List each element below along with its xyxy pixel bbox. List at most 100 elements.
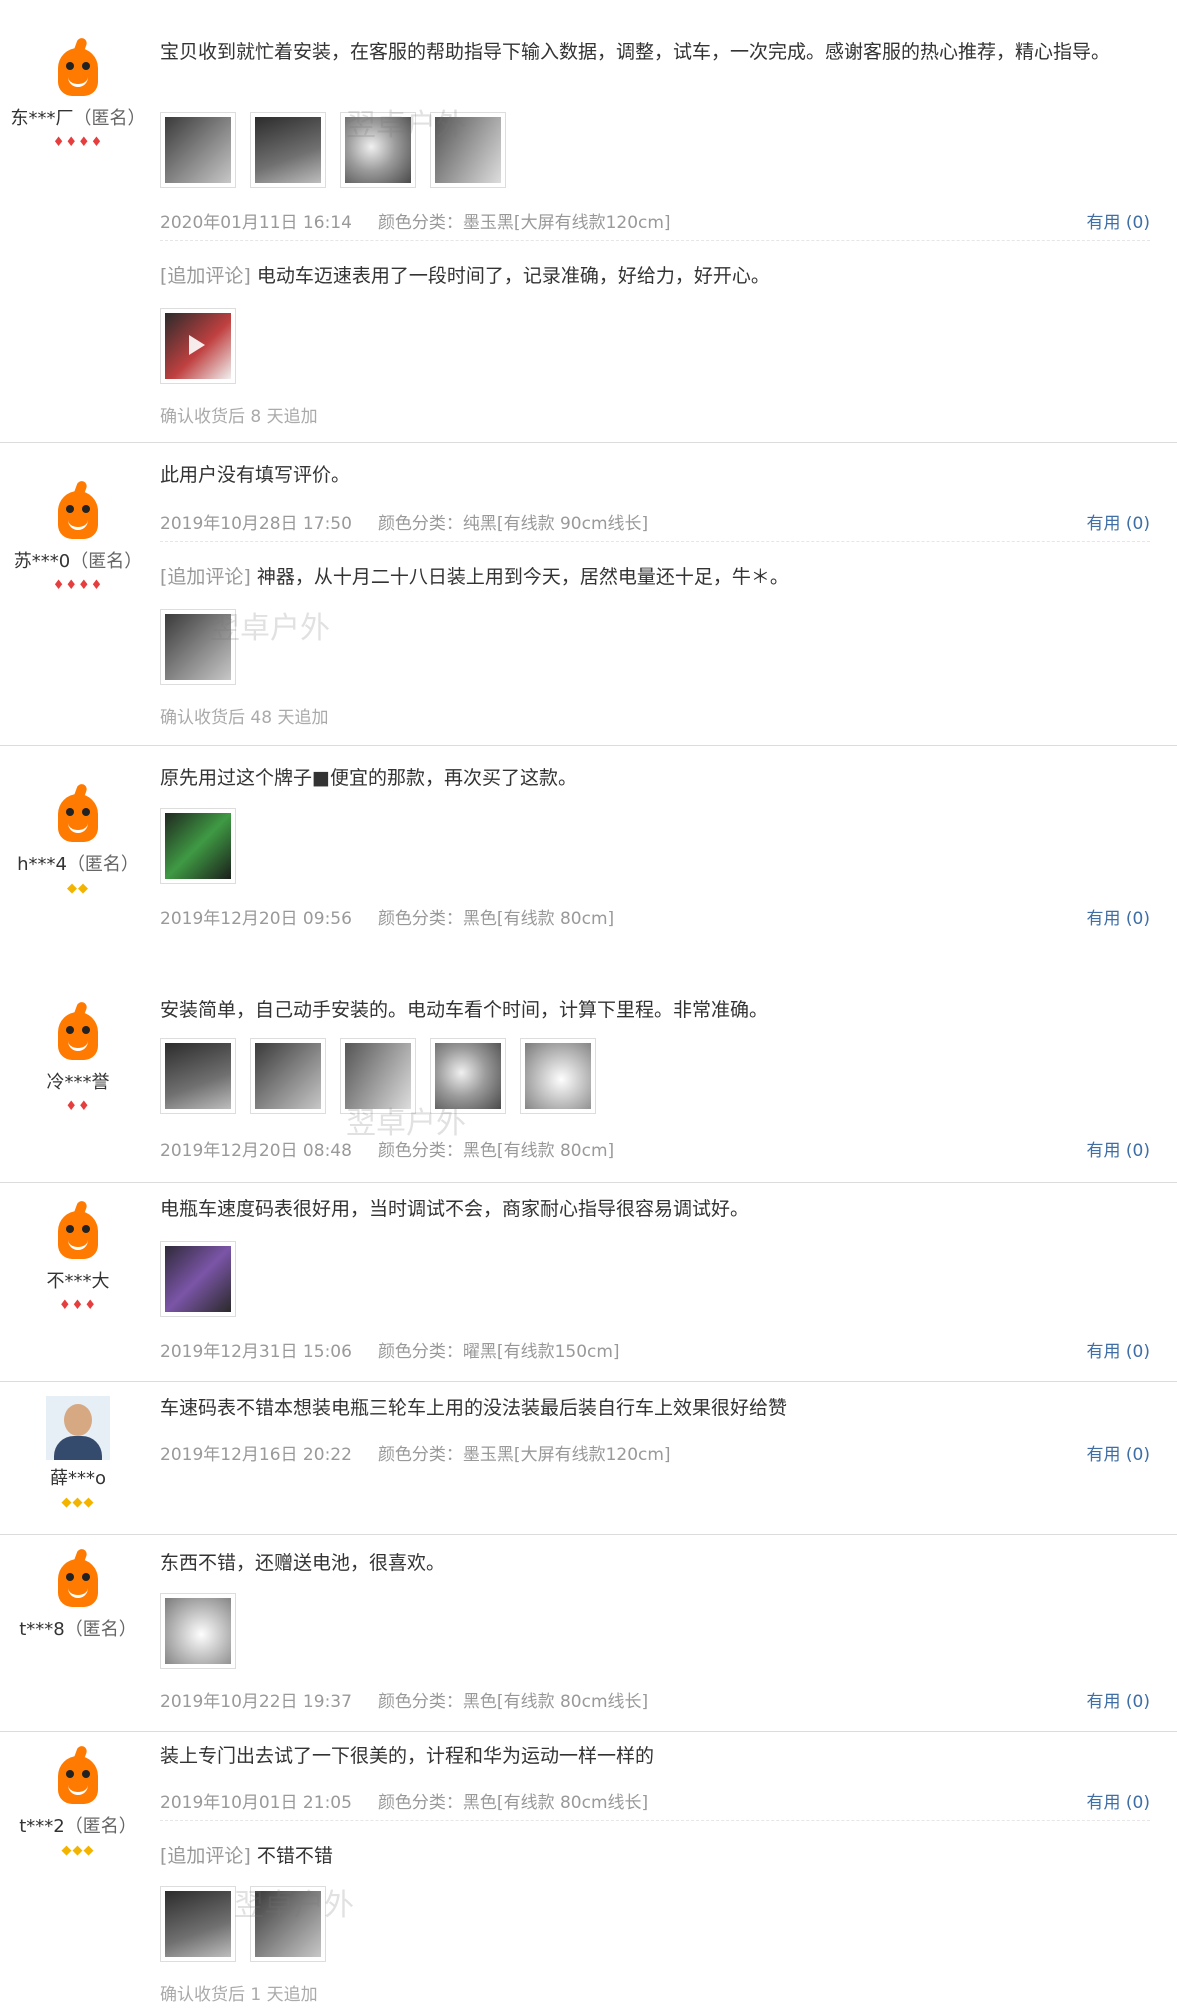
review-text: 东西不错，还赠送电池，很喜欢。 — [160, 1552, 446, 1574]
review-item: 不***大 ♦♦♦ 电瓶车速度码表很好用，当时调试不会，商家耐心指导很容易调试好… — [0, 1183, 1177, 1382]
review-photo[interactable] — [250, 1886, 326, 1962]
red-diamond-icon: ♦ — [78, 135, 91, 150]
review-photo[interactable] — [160, 1886, 236, 1962]
review-text: 此用户没有填写评价。 — [160, 464, 351, 486]
review-item: 东***厂（匿名） ♦♦♦♦ 宝贝收到就忙着安装，在客服的帮助指导下输入数据，调… — [0, 0, 1177, 443]
review-meta: 2019年10月22日 19:37 颜色分类：黑色[有线款 80cm线长] 有用 … — [160, 1687, 1150, 1713]
reviewer-name: t***8 — [19, 1619, 65, 1640]
append-time: 确认收货后 48 天追加 — [160, 708, 329, 728]
anonymous-label: （匿名） — [66, 854, 139, 875]
avatar — [46, 1000, 110, 1064]
append-time: 确认收货后 8 天追加 — [160, 407, 318, 427]
useful-button[interactable]: 有用 (0) — [1087, 1788, 1150, 1813]
review-photo[interactable] — [160, 609, 236, 685]
avatar — [46, 1744, 110, 1808]
avatar — [46, 782, 110, 846]
reputation-badges: ♦♦♦ — [0, 1299, 156, 1313]
review-meta: 2019年12月20日 09:56 颜色分类：黑色[有线款 80cm] 有用 (0… — [160, 904, 1150, 930]
sku-info: 颜色分类：墨玉黑[大屏有线款120cm] — [377, 213, 671, 233]
avatar — [46, 1547, 110, 1611]
review-item: 薛***o ◆◆◆ 车速码表不错本想装电瓶三轮车上用的没法装最后装自行车上效果很… — [0, 1382, 1177, 1535]
review-item: 苏***0（匿名） ♦♦♦♦ 此用户没有填写评价。 2019年10月28日 17… — [0, 443, 1177, 746]
review-photo[interactable] — [160, 808, 236, 884]
anonymous-label: （匿名） — [70, 551, 143, 572]
reviewer: t***2（匿名） ◆◆◆ — [0, 1732, 156, 1858]
review-date: 2019年12月16日 20:22 — [160, 1445, 352, 1465]
useful-button[interactable]: 有用 (0) — [1087, 509, 1150, 534]
red-diamond-icon: ♦ — [71, 1298, 85, 1313]
divider — [160, 1820, 1150, 1821]
review-item: t***8（匿名） 东西不错，还赠送电池，很喜欢。 2019年10月22日 19… — [0, 1535, 1177, 1732]
review-photo[interactable] — [160, 1241, 236, 1317]
gold-diamond-icon: ◆ — [61, 1495, 73, 1510]
sku-info: 颜色分类：黑色[有线款 80cm] — [377, 1141, 615, 1161]
review-photo[interactable] — [430, 1038, 506, 1114]
review-photo[interactable] — [160, 112, 236, 188]
useful-button[interactable]: 有用 (0) — [1087, 904, 1150, 929]
review-date: 2020年01月11日 16:14 — [160, 213, 352, 233]
red-diamond-icon: ♦ — [59, 1298, 72, 1313]
red-diamond-icon: ♦ — [65, 1099, 78, 1114]
red-diamond-icon: ♦ — [90, 578, 104, 593]
reviewer-name: 不***大 — [46, 1271, 110, 1292]
review-meta: 2020年01月11日 16:14 颜色分类：墨玉黑[大屏有线款120cm] 有用… — [160, 208, 1150, 234]
photo-list — [160, 112, 506, 188]
review-date: 2019年10月22日 19:37 — [160, 1692, 352, 1712]
review-photo[interactable] — [340, 1038, 416, 1114]
review-video[interactable] — [160, 308, 236, 384]
red-diamond-icon: ♦ — [52, 578, 66, 593]
sku-info: 颜色分类：黑色[有线款 80cm线长] — [377, 1692, 649, 1712]
avatar — [46, 479, 110, 543]
review-photo[interactable] — [520, 1038, 596, 1114]
review-photo[interactable] — [430, 112, 506, 188]
photo-list — [160, 1886, 326, 1962]
red-diamond-icon: ♦ — [78, 1099, 91, 1114]
review-date: 2019年12月20日 09:56 — [160, 909, 352, 929]
append-comment: [追加评论] 神器，从十月二十八日装上用到今天，居然电量还十足，牛＊。 — [160, 561, 789, 593]
review-photo[interactable] — [250, 1038, 326, 1114]
gold-diamond-icon: ◆ — [61, 1843, 73, 1858]
reviewer: 苏***0（匿名） ♦♦♦♦ — [0, 443, 156, 593]
photo-list — [160, 308, 236, 384]
avatar — [46, 1396, 110, 1460]
sku-info: 颜色分类：纯黑[有线款 90cm线长] — [377, 514, 649, 534]
review-date: 2019年12月20日 08:48 — [160, 1141, 352, 1161]
useful-button[interactable]: 有用 (0) — [1087, 1687, 1150, 1712]
useful-button[interactable]: 有用 (0) — [1087, 1337, 1150, 1362]
useful-button[interactable]: 有用 (0) — [1087, 1136, 1150, 1161]
reviewer-name: h***4 — [17, 854, 67, 875]
review-photo[interactable] — [160, 1038, 236, 1114]
reputation-badges: ♦♦ — [0, 1100, 156, 1114]
useful-button[interactable]: 有用 (0) — [1087, 208, 1150, 233]
reputation-badges: ◆◆ — [0, 882, 156, 896]
red-diamond-icon: ♦ — [84, 1298, 97, 1313]
review-photo[interactable] — [160, 1593, 236, 1669]
reviewer: t***8（匿名） — [0, 1535, 156, 1641]
append-time: 确认收货后 1 天追加 — [160, 1985, 318, 2005]
sku-info: 颜色分类：墨玉黑[大屏有线款120cm] — [377, 1445, 671, 1465]
anonymous-label: （匿名） — [64, 1816, 137, 1837]
review-item: 冷***誉 ♦♦ 安装简单，自己动手安装的。电动车看个时间，计算下里程。非常准确… — [0, 984, 1177, 1183]
gold-diamond-icon: ◆ — [78, 881, 89, 896]
reviewer-name: 苏***0 — [13, 551, 71, 572]
review-text: 原先用过这个牌子■便宜的那款，再次买了这款。 — [160, 767, 577, 789]
append-text: 电动车迈速表用了一段时间了，记录准确，好给力，好开心。 — [256, 265, 770, 287]
photo-list — [160, 808, 236, 884]
photo-list — [160, 609, 236, 685]
review-photo[interactable] — [250, 112, 326, 188]
photo-list — [160, 1241, 236, 1317]
red-diamond-icon: ♦ — [90, 135, 104, 150]
review-photo[interactable] — [340, 112, 416, 188]
gold-diamond-icon: ◆ — [67, 881, 78, 896]
sku-info: 颜色分类：黑色[有线款 80cm] — [377, 909, 615, 929]
append-text: 不错不错 — [256, 1845, 333, 1867]
review-meta: 2019年10月28日 17:50 颜色分类：纯黑[有线款 90cm线长] 有用 … — [160, 509, 1150, 535]
reviewer-name: 东***厂 — [10, 108, 74, 129]
review-meta: 2019年12月16日 20:22 颜色分类：墨玉黑[大屏有线款120cm] 有用… — [160, 1440, 1150, 1466]
useful-button[interactable]: 有用 (0) — [1087, 1440, 1150, 1465]
red-diamond-icon: ♦ — [52, 135, 66, 150]
reviewer-name: 薛***o — [49, 1468, 106, 1489]
divider — [160, 541, 1150, 542]
append-tag: [追加评论] — [160, 1845, 251, 1867]
red-diamond-icon: ♦ — [65, 578, 78, 593]
